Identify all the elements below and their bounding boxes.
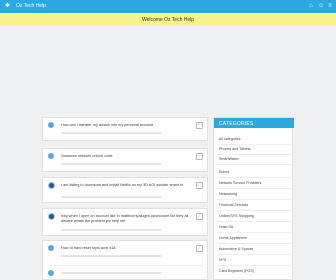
category-separator <box>217 177 291 178</box>
user-avatar <box>48 270 54 276</box>
question-meta <box>61 196 161 198</box>
top-bar: ✱ Oz Tech Help ⌂ ☺ ≡ <box>0 0 336 13</box>
question-title[interactable]: How can I transfer my aussie into my per… <box>61 123 189 128</box>
question-title[interactable]: Vodacom network unlock code <box>61 154 189 159</box>
categories-title: CATEGORIES <box>219 121 254 127</box>
category-item[interactable]: Hotel SA <box>219 225 291 229</box>
flag-icon[interactable]: ⚐ <box>196 213 203 220</box>
flag-icon[interactable]: ⚐ <box>196 122 203 129</box>
category-item[interactable]: Online/SYS Shopping <box>219 214 291 218</box>
logo-icon[interactable]: ✱ <box>5 3 12 10</box>
question-title[interactable]: I am failing to download and install Net… <box>61 183 189 188</box>
category-item[interactable]: Financial Services <box>219 203 291 207</box>
question-card[interactable]: How to hard reset stylo acre x18 ⚐ <box>42 240 208 280</box>
category-item[interactable]: Networking <box>219 192 291 196</box>
category-separator <box>217 254 291 255</box>
home-icon[interactable]: ⌂ <box>308 3 314 9</box>
welcome-banner: Welcome Oz Tech Help <box>0 13 336 26</box>
question-title[interactable]: why when i open on account like in mattf… <box>61 214 189 224</box>
category-separator <box>217 243 291 244</box>
category-separator <box>217 199 291 200</box>
categories-panel: CATEGORIES All categories Phones and Tab… <box>213 117 294 280</box>
category-separator <box>217 221 291 222</box>
question-meta <box>61 272 161 274</box>
flag-icon[interactable]: ⚐ <box>196 182 203 189</box>
flag-icon[interactable]: ⚐ <box>196 245 203 252</box>
category-item[interactable]: Home Appliances <box>219 236 291 240</box>
question-meta <box>61 229 161 231</box>
category-separator <box>217 154 291 155</box>
category-separator <box>217 210 291 211</box>
question-card[interactable]: How can I transfer my aussie into my per… <box>42 117 208 141</box>
question-meta <box>61 132 161 134</box>
user-avatar <box>48 182 55 189</box>
category-separator <box>217 188 291 189</box>
user-avatar <box>48 213 55 220</box>
site-brand[interactable]: Oz Tech Help <box>16 3 46 9</box>
user-avatar <box>48 245 54 251</box>
category-separator <box>217 144 291 145</box>
question-meta <box>61 163 161 165</box>
categories-header: CATEGORIES <box>214 118 294 128</box>
category-item[interactable]: All categories <box>219 137 291 141</box>
category-item[interactable]: Phones and Tablets <box>219 147 291 151</box>
question-card[interactable]: Vodacom network unlock code ⚐ <box>42 148 208 172</box>
category-item[interactable]: Card Registers (POS) <box>219 269 291 273</box>
category-item[interactable]: SmartWatch <box>219 157 291 161</box>
question-card[interactable]: I am failing to download and install Net… <box>42 177 208 203</box>
category-separator <box>217 232 291 233</box>
category-item[interactable]: Elders <box>219 170 291 174</box>
category-item[interactable]: Automotive & Spaces <box>219 247 291 251</box>
menu-icon[interactable]: ≡ <box>327 3 333 9</box>
question-title[interactable]: How to hard reset stylo acre x18 <box>61 246 189 251</box>
question-card[interactable]: why when i open on account like in mattf… <box>42 208 208 236</box>
flag-icon[interactable]: ⚐ <box>196 153 203 160</box>
category-separator <box>217 164 291 165</box>
category-separator <box>217 265 291 266</box>
category-item[interactable]: Network Service Providers <box>219 181 291 185</box>
welcome-banner-text: Welcome Oz Tech Help <box>141 17 195 23</box>
user-avatar <box>48 122 54 128</box>
card-divider <box>47 265 203 266</box>
category-item[interactable]: VPS <box>219 258 291 262</box>
user-avatar <box>48 153 54 159</box>
user-icon[interactable]: ☺ <box>318 3 324 9</box>
question-meta <box>61 255 161 257</box>
